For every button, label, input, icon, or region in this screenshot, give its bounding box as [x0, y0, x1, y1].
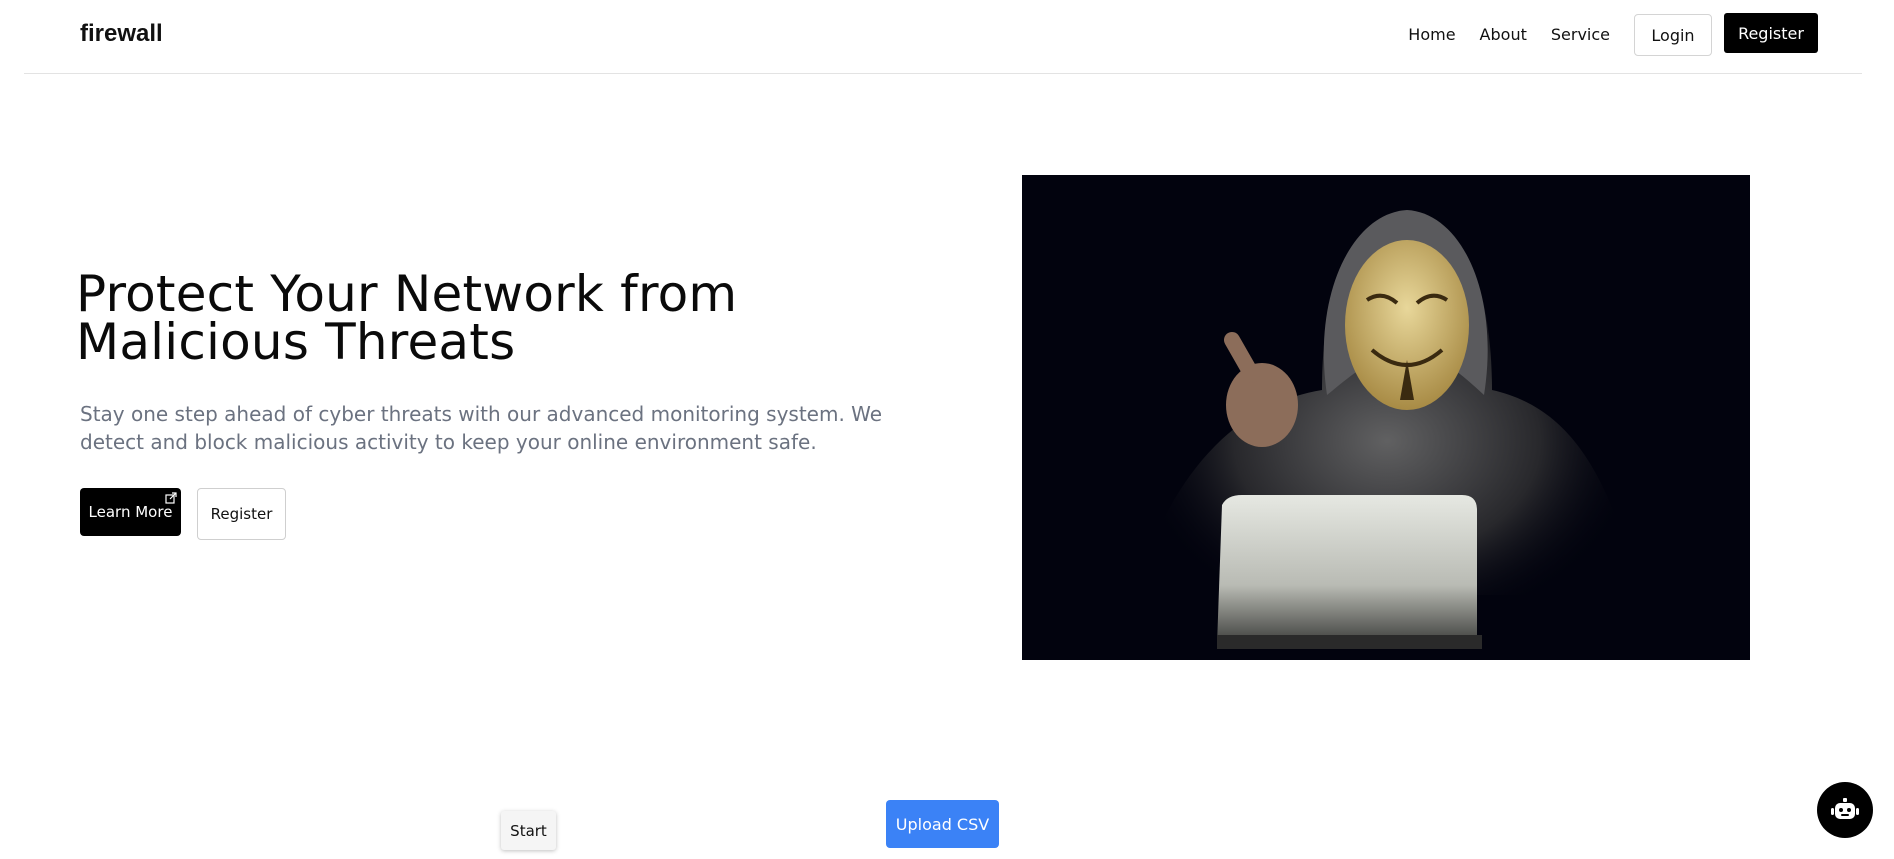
- learn-more-button[interactable]: Learn More: [80, 488, 181, 536]
- learn-more-label: Learn More: [88, 503, 173, 521]
- hero-image: [1022, 175, 1750, 660]
- upload-csv-button[interactable]: Upload CSV: [886, 800, 999, 848]
- nav-about[interactable]: About: [1480, 15, 1527, 55]
- chatbot-button[interactable]: [1817, 782, 1873, 838]
- nav-service[interactable]: Service: [1551, 15, 1610, 55]
- login-button[interactable]: Login: [1634, 14, 1712, 56]
- header-register-button[interactable]: Register: [1724, 13, 1818, 53]
- hero-register-button[interactable]: Register: [197, 488, 286, 540]
- start-button[interactable]: Start: [501, 811, 556, 850]
- hooded-hacker-laptop-image: [1132, 210, 1642, 649]
- hero-title: Protect Your Network from Malicious Thre…: [76, 265, 738, 371]
- brand-logo[interactable]: firewall: [80, 20, 163, 48]
- hero-description: Stay one step ahead of cyber threats wit…: [80, 402, 883, 454]
- robot-icon: [1831, 798, 1859, 819]
- site-header: firewall Home About Service Login Regist…: [24, 0, 1862, 74]
- external-link-icon: [165, 492, 177, 504]
- nav-home[interactable]: Home: [1408, 15, 1455, 55]
- main-nav: Home About Service Login Register: [1408, 13, 1818, 56]
